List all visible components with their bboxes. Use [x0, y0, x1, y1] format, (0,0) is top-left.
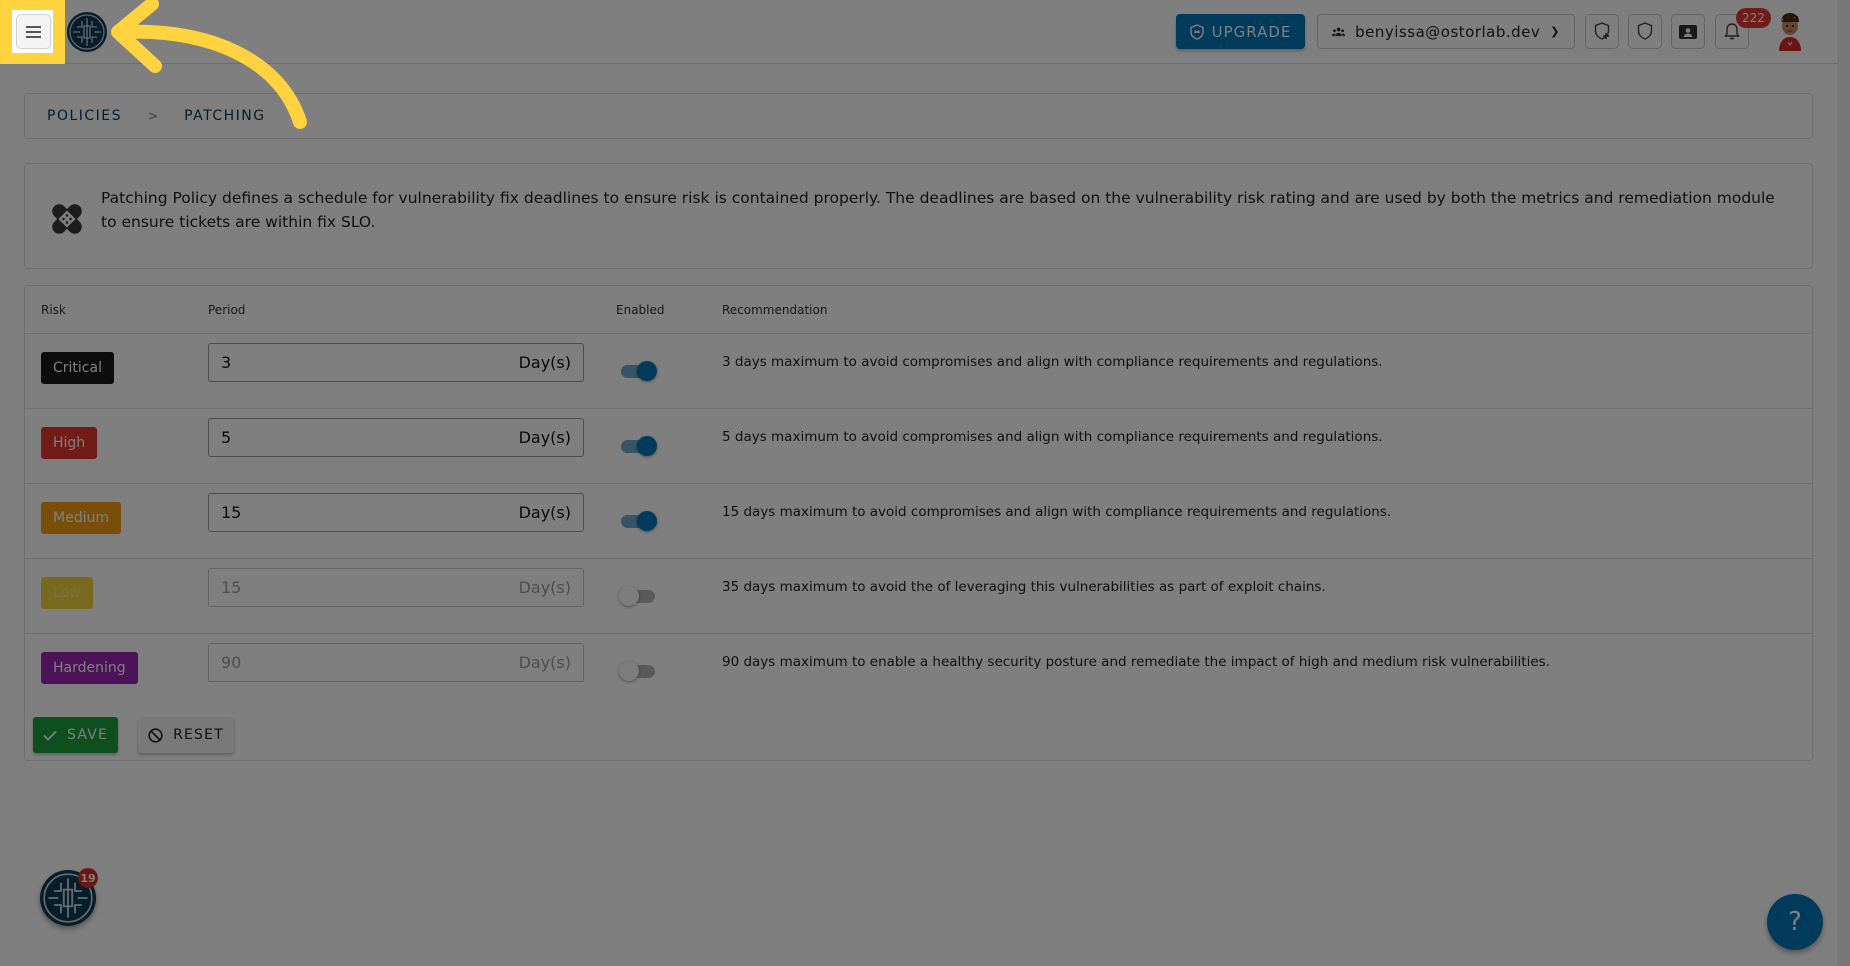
header-recommendation: Recommendation — [722, 303, 828, 317]
reset-button[interactable]: RESET — [138, 717, 234, 753]
recommendation-text: 5 days maximum to avoid compromises and … — [722, 429, 1383, 445]
period-unit: Day(s) — [518, 653, 571, 672]
security-button[interactable] — [1628, 14, 1662, 49]
upgrade-label: UPGRADE — [1211, 22, 1292, 41]
period-input[interactable] — [221, 353, 421, 372]
recommendation-text: 35 days maximum to avoid the of leveragi… — [722, 579, 1326, 595]
table-row: Low Day(s) 35 days maximum to avoid the … — [25, 559, 1812, 634]
table-header: Risk Period Enabled Recommendation — [25, 286, 1812, 334]
shield-plus-icon — [1594, 22, 1610, 40]
contact-button[interactable] — [1671, 14, 1705, 49]
scrollbar[interactable] — [1838, 0, 1850, 966]
period-input[interactable] — [221, 653, 421, 672]
period-input[interactable] — [221, 428, 421, 447]
period-unit: Day(s) — [518, 353, 571, 372]
user-avatar[interactable] — [1775, 11, 1805, 51]
policy-description: Patching Policy defines a schedule for v… — [101, 189, 1775, 231]
breadcrumb-patching: PATCHING — [184, 108, 266, 124]
recommendation-text: 15 days maximum to avoid compromises and… — [722, 504, 1392, 520]
risk-badge: Hardening — [41, 652, 138, 684]
check-icon — [43, 730, 57, 741]
notification-count-badge: 222 — [1736, 8, 1771, 28]
patching-policy-table: Risk Period Enabled Recommendation Criti… — [24, 285, 1813, 761]
upgrade-button[interactable]: UPGRADE — [1176, 14, 1305, 49]
account-email: benyissa@ostorlab.dev — [1355, 22, 1541, 41]
form-actions: SAVE RESET — [33, 717, 234, 753]
enabled-toggle[interactable] — [619, 585, 657, 607]
period-unit: Day(s) — [518, 428, 571, 447]
header-enabled: Enabled — [616, 303, 665, 317]
hamburger-menu-icon — [26, 23, 41, 41]
reset-label: RESET — [173, 727, 224, 743]
ostorlab-logo[interactable] — [67, 12, 107, 52]
risk-badge: Low — [41, 577, 93, 609]
table-row: Medium Day(s) 15 days maximum to avoid c… — [25, 484, 1812, 559]
add-scan-button[interactable] — [1585, 14, 1619, 49]
breadcrumb: POLICIES > PATCHING — [24, 93, 1813, 139]
period-field[interactable]: Day(s) — [208, 568, 584, 607]
save-button[interactable]: SAVE — [33, 717, 118, 753]
contact-card-icon — [1679, 24, 1697, 39]
table-row: Critical Day(s) 3 days maximum to avoid … — [25, 334, 1812, 409]
header-period: Period — [208, 303, 246, 317]
risk-badge: High — [41, 427, 98, 459]
period-field[interactable]: Day(s) — [208, 493, 584, 532]
period-field[interactable]: Day(s) — [208, 418, 584, 457]
menu-button-highlighted[interactable] — [16, 14, 51, 49]
block-icon — [148, 727, 163, 743]
assistant-badge: 19 — [78, 868, 98, 888]
recommendation-text: 3 days maximum to avoid compromises and … — [722, 354, 1383, 370]
account-dropdown[interactable]: benyissa@ostorlab.dev ❯ — [1317, 14, 1575, 49]
save-label: SAVE — [66, 727, 109, 743]
period-input[interactable] — [221, 578, 421, 597]
policy-info-card: Patching Policy defines a schedule for v… — [24, 163, 1813, 269]
recommendation-text: 90 days maximum to enable a healthy secu… — [722, 654, 1550, 670]
enabled-toggle[interactable] — [619, 510, 657, 532]
breadcrumb-policies[interactable]: POLICIES — [47, 108, 122, 124]
bandage-icon — [52, 204, 82, 234]
enabled-toggle[interactable] — [619, 660, 657, 682]
table-row: Hardening Day(s) 90 days maximum to enab… — [25, 634, 1812, 709]
shield-icon — [1637, 22, 1653, 40]
table-row: High Day(s) 5 days maximum to avoid comp… — [25, 409, 1812, 484]
top-bar: UPGRADE benyissa@ostorlab.dev ❯ 222 — [0, 0, 1838, 64]
risk-badge: Medium — [41, 502, 121, 534]
crown-shield-icon — [1189, 23, 1204, 40]
bell-icon — [1724, 23, 1740, 40]
period-unit: Day(s) — [518, 578, 571, 597]
period-input[interactable] — [221, 503, 421, 522]
enabled-toggle[interactable] — [619, 435, 657, 457]
risk-badge: Critical — [41, 352, 114, 384]
help-button[interactable]: ? — [1767, 894, 1823, 950]
period-field[interactable]: Day(s) — [208, 343, 584, 382]
header-risk: Risk — [41, 303, 66, 317]
chevron-down-icon: ❯ — [1550, 25, 1560, 38]
breadcrumb-separator: > — [148, 109, 159, 123]
period-unit: Day(s) — [518, 503, 571, 522]
period-field[interactable]: Day(s) — [208, 643, 584, 682]
users-icon — [1332, 27, 1346, 36]
enabled-toggle[interactable] — [619, 360, 657, 382]
